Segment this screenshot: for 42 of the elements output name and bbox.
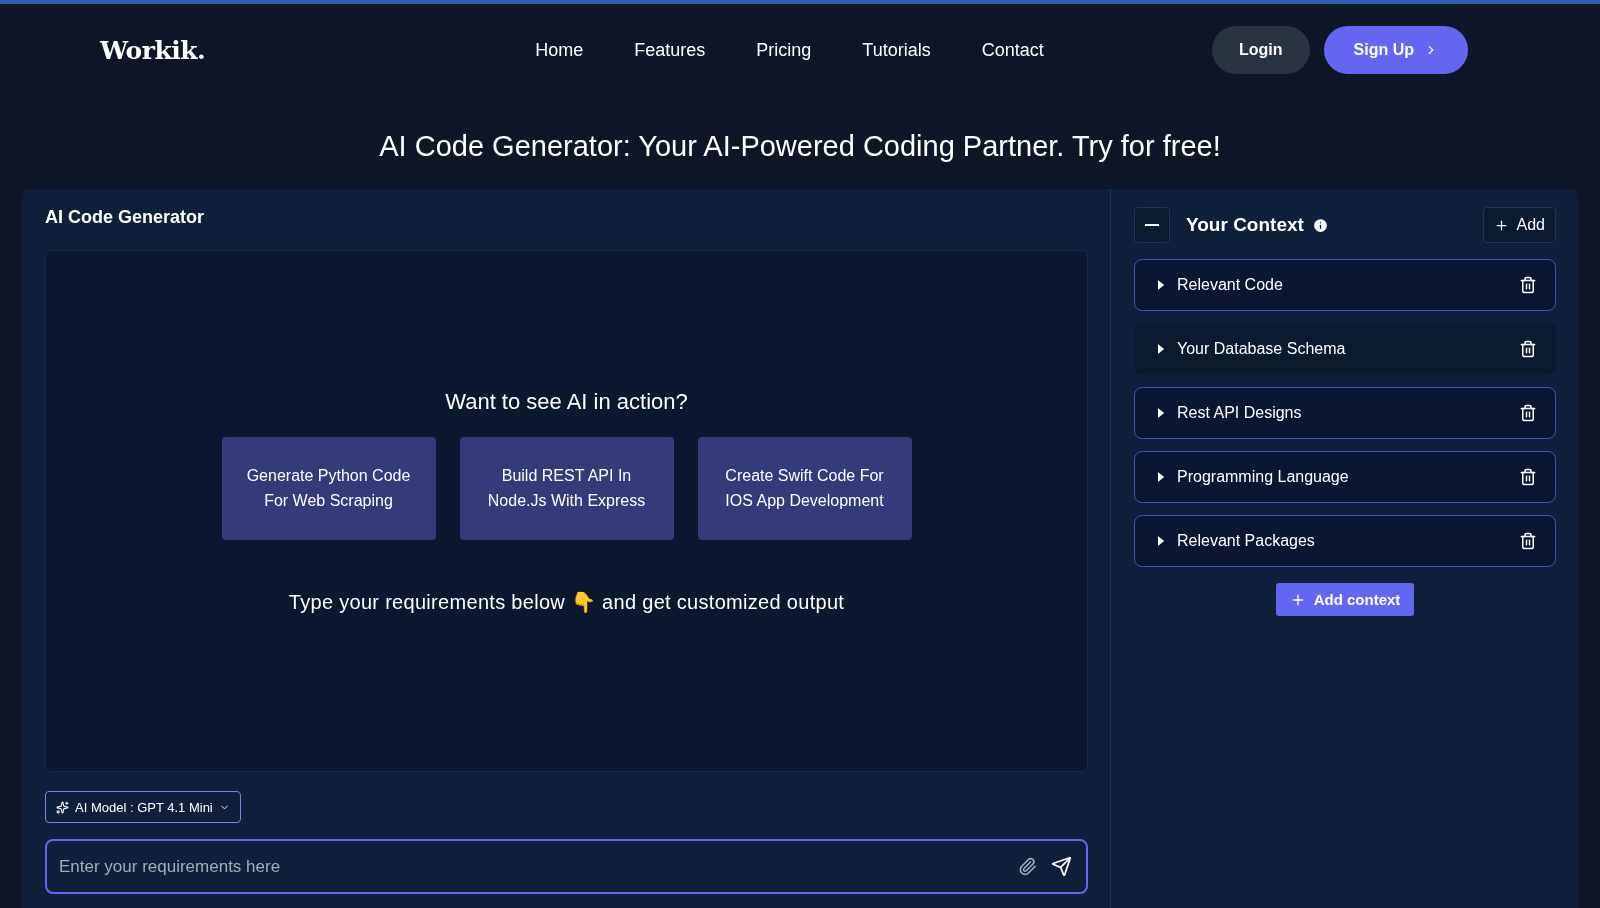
nav-link[interactable]: Pricing [756,39,812,61]
suggestion-button[interactable]: Build REST API In Node.Js With Express [459,436,674,540]
caret-icon [1157,536,1165,546]
logo[interactable]: Workik. [100,35,206,65]
nav-link[interactable]: Contact [981,39,1044,61]
caret-icon [1157,472,1165,482]
info-icon[interactable] [1311,216,1329,234]
context-item[interactable]: Rest API Designs [1134,387,1556,439]
context-item[interactable]: Relevant Code [1134,259,1556,311]
panel-title: AI Code Generator [45,207,206,228]
page-headline: AI Code Generator: Your AI-Powered Coding Partner. Try for free! [378,129,1222,164]
hint-text: Type your requirements below 👇 and get customized output [288,589,845,614]
context-item[interactable]: Programming Language [1134,451,1556,503]
context-item[interactable]: Relevant Packages [1134,515,1556,567]
context-title: Your Context [1186,214,1304,236]
context-item[interactable]: Your Database Schema [1134,323,1556,375]
add-button[interactable]: Add [1482,207,1556,243]
collapse-button[interactable] [1134,207,1170,243]
suggestion-button[interactable]: Create Swift Code For IOS App Development [697,436,912,540]
suggestion-button[interactable]: Generate Python Code For Web Scraping [221,436,436,540]
model-selector[interactable]: AI Model : GPT 4.1 Mini [45,791,241,823]
nav-link[interactable]: Features [634,39,706,61]
trash-icon[interactable] [1519,468,1537,486]
nav-link[interactable]: Tutorials [862,39,931,61]
trash-icon[interactable] [1519,340,1537,358]
add-context-button[interactable]: Add context [1275,583,1415,616]
send-icon[interactable] [1051,856,1072,877]
requirements-input[interactable]: Enter your requirements here [45,839,1088,894]
prompt-title: Want to see AI in action? [445,388,688,415]
caret-icon [1157,280,1165,290]
paperclip-icon[interactable] [1018,857,1037,876]
sparkles-icon [56,800,69,814]
login-button[interactable]: Login [1212,26,1310,74]
minus-icon [1145,224,1159,226]
caret-icon [1157,344,1165,354]
plus-icon [1493,217,1509,233]
nav-link[interactable]: Home [535,39,584,61]
trash-icon[interactable] [1519,404,1537,422]
trash-icon[interactable] [1519,276,1537,294]
signup-button[interactable]: Sign Up [1323,26,1468,74]
caret-icon [1157,408,1165,418]
trash-icon[interactable] [1519,532,1537,550]
